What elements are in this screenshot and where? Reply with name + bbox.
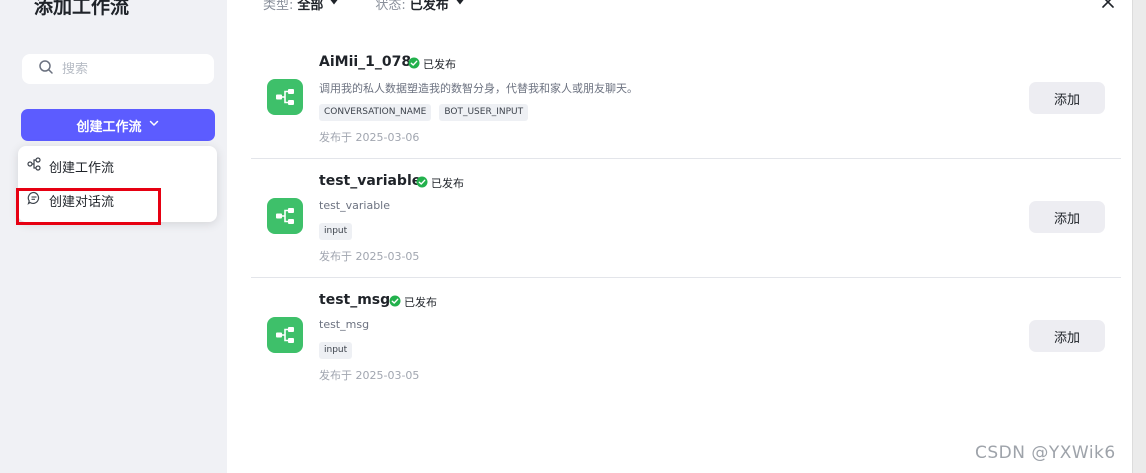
status-text: 已发布 <box>423 58 456 71</box>
caret-down-icon <box>453 0 465 11</box>
tag: input <box>319 342 353 359</box>
workflow-name: test_msg <box>319 292 391 308</box>
workflow-description: test_variable <box>319 199 391 212</box>
workflow-card: test_variable 已发布 test_variable input 发布… <box>251 159 1121 278</box>
status-badge: 已发布 <box>416 175 464 191</box>
workflow-app-icon <box>267 198 303 234</box>
publish-date: 发布于 2025-03-06 <box>319 131 420 144</box>
workflow-card: test_msg 已发布 test_msg input 发布于 2025-03-… <box>251 278 1121 397</box>
scrollbar[interactable] <box>1132 0 1146 473</box>
workflow-description: test_msg <box>319 318 370 331</box>
type-filter[interactable]: 类型: 全部 <box>263 0 339 13</box>
caret-down-icon <box>327 0 339 11</box>
close-icon[interactable] <box>1100 0 1116 10</box>
workflow-card: AiMii_1_078 已发布 调用我的私人数据塑造我的数智分身，代替我和家人或… <box>251 40 1121 159</box>
check-circle-icon <box>416 176 428 191</box>
status-badge: 已发布 <box>389 294 437 310</box>
create-workflow-button[interactable]: 创建工作流 <box>21 109 215 141</box>
workflow-app-icon <box>267 317 303 353</box>
workflow-app-icon <box>267 79 303 115</box>
search-box[interactable] <box>22 54 214 84</box>
filter-bar: 类型: 全部 状态: 已发布 <box>263 0 465 13</box>
workflow-name: AiMii_1_078 <box>319 54 412 70</box>
watermark: CSDN @YXWik6 <box>975 443 1116 463</box>
tag: CONVERSATION_NAME <box>319 104 432 121</box>
type-filter-value: 全部 <box>297 0 324 13</box>
status-filter-label: 状态: <box>375 0 406 13</box>
status-filter[interactable]: 状态: 已发布 <box>375 0 464 13</box>
tag: input <box>319 223 353 240</box>
sidebar: 添加工作流 创建工作流 <box>0 0 227 473</box>
add-button[interactable]: 添加 <box>1029 201 1105 233</box>
check-circle-icon <box>408 57 420 72</box>
menu-item-create-workflow[interactable]: 创建工作流 <box>27 154 114 178</box>
tag: BOT_USER_INPUT <box>439 104 529 121</box>
type-filter-label: 类型: <box>263 0 294 13</box>
workflow-description: 调用我的私人数据塑造我的数智分身，代替我和家人或朋友聊天。 <box>319 82 638 95</box>
status-filter-value: 已发布 <box>409 0 449 13</box>
chevron-down-icon <box>148 117 160 133</box>
status-text: 已发布 <box>404 296 437 309</box>
add-button[interactable]: 添加 <box>1029 320 1105 352</box>
status-text: 已发布 <box>431 177 464 190</box>
workflow-tags: CONVERSATION_NAME BOT_USER_INPUT <box>319 104 529 121</box>
status-badge: 已发布 <box>408 56 456 72</box>
menu-item-label: 创建工作流 <box>49 160 115 176</box>
workflow-tags: input <box>319 342 353 359</box>
workflow-tags: input <box>319 223 353 240</box>
search-input[interactable] <box>62 61 202 77</box>
publish-date: 发布于 2025-03-05 <box>319 250 420 263</box>
red-highlight-box <box>16 188 161 225</box>
modal-title: 添加工作流 <box>34 0 130 18</box>
publish-date: 发布于 2025-03-05 <box>319 369 420 382</box>
search-icon <box>38 59 54 79</box>
add-button[interactable]: 添加 <box>1029 82 1105 114</box>
check-circle-icon <box>389 295 401 310</box>
workflow-name: test_variable <box>319 173 422 189</box>
workflow-icon <box>27 157 41 175</box>
create-workflow-button-label: 创建工作流 <box>76 119 142 135</box>
